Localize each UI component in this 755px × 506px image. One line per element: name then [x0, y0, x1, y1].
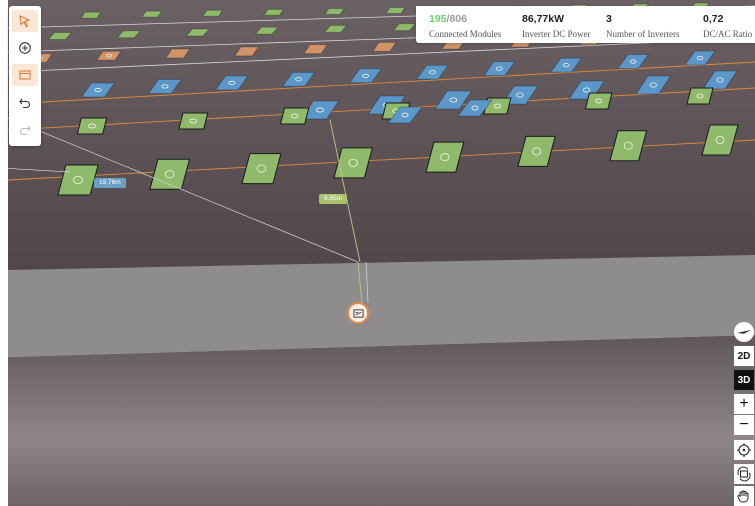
dc-ac-ratio-stat: 0,72 DC/AC Ratio [703, 13, 752, 40]
locate-target-icon [737, 443, 751, 457]
solar-module[interactable] [263, 8, 285, 16]
solar-module[interactable] [686, 87, 714, 105]
panel-frame-icon [19, 70, 31, 80]
distance-label: 19,76m [94, 178, 126, 188]
solar-module[interactable] [76, 117, 108, 135]
inverter-dc-power-stat: 86,77kW Inverter DC Power [522, 13, 590, 40]
pan-button[interactable] [734, 486, 754, 506]
add-tool-button[interactable] [12, 37, 38, 59]
locate-button[interactable] [734, 440, 754, 460]
compass-button[interactable] [734, 322, 754, 342]
rotate-view-icon [737, 466, 751, 482]
solar-module[interactable] [202, 9, 224, 17]
ground-area [8, 335, 755, 506]
undo-icon [19, 98, 30, 109]
rotate-view-button[interactable] [734, 464, 754, 484]
solar-module[interactable] [584, 92, 613, 110]
number-of-inverters-value: 3 [606, 13, 612, 25]
tool-palette [9, 6, 41, 146]
solar-module[interactable] [279, 107, 310, 125]
connected-modules-label: Connected Modules [429, 29, 502, 39]
distance-label: 9,95m [319, 194, 348, 204]
inverter-dc-power-label: Inverter DC Power [522, 29, 591, 39]
zoom-in-button[interactable]: + [734, 394, 754, 414]
connected-modules-stat: 195/806 Connected Modules [429, 13, 501, 40]
pan-hand-icon [737, 490, 749, 503]
solar-module[interactable] [178, 112, 209, 130]
compass-icon [737, 330, 751, 334]
redo-button[interactable] [12, 119, 38, 141]
zoom-out-button[interactable]: − [734, 415, 754, 435]
view-3d-button[interactable]: 3D [734, 370, 754, 390]
solar-module[interactable] [324, 7, 346, 15]
select-arrow-icon [19, 15, 31, 28]
inverter-icon [352, 308, 364, 318]
redo-icon [20, 125, 31, 136]
solar-module[interactable] [385, 7, 406, 15]
number-of-inverters-label: Number of Inverters [606, 29, 680, 39]
undo-button[interactable] [12, 92, 38, 114]
solar-module[interactable] [80, 11, 102, 19]
solar-module[interactable] [141, 10, 163, 18]
panel-frame-tool-button[interactable] [12, 64, 38, 86]
inverter-marker[interactable] [347, 302, 369, 324]
select-tool-button[interactable] [12, 10, 38, 32]
system-stats-panel: 195/806 Connected Modules 86,77kW Invert… [416, 6, 755, 43]
add-circle-icon [19, 42, 31, 54]
dc-ac-ratio-label: DC/AC Ratio [703, 29, 753, 39]
view-2d-button[interactable]: 2D [734, 346, 754, 366]
inverter-dc-power-value: 86,77kW [522, 13, 565, 25]
total-modules-count: 806 [449, 13, 467, 25]
dc-ac-ratio-value: 0,72 [703, 13, 724, 25]
roof-3d-view[interactable] [0, 0, 755, 506]
number-of-inverters-stat: 3 Number of Inverters [606, 13, 679, 40]
connected-modules-count: 195 [429, 13, 447, 25]
